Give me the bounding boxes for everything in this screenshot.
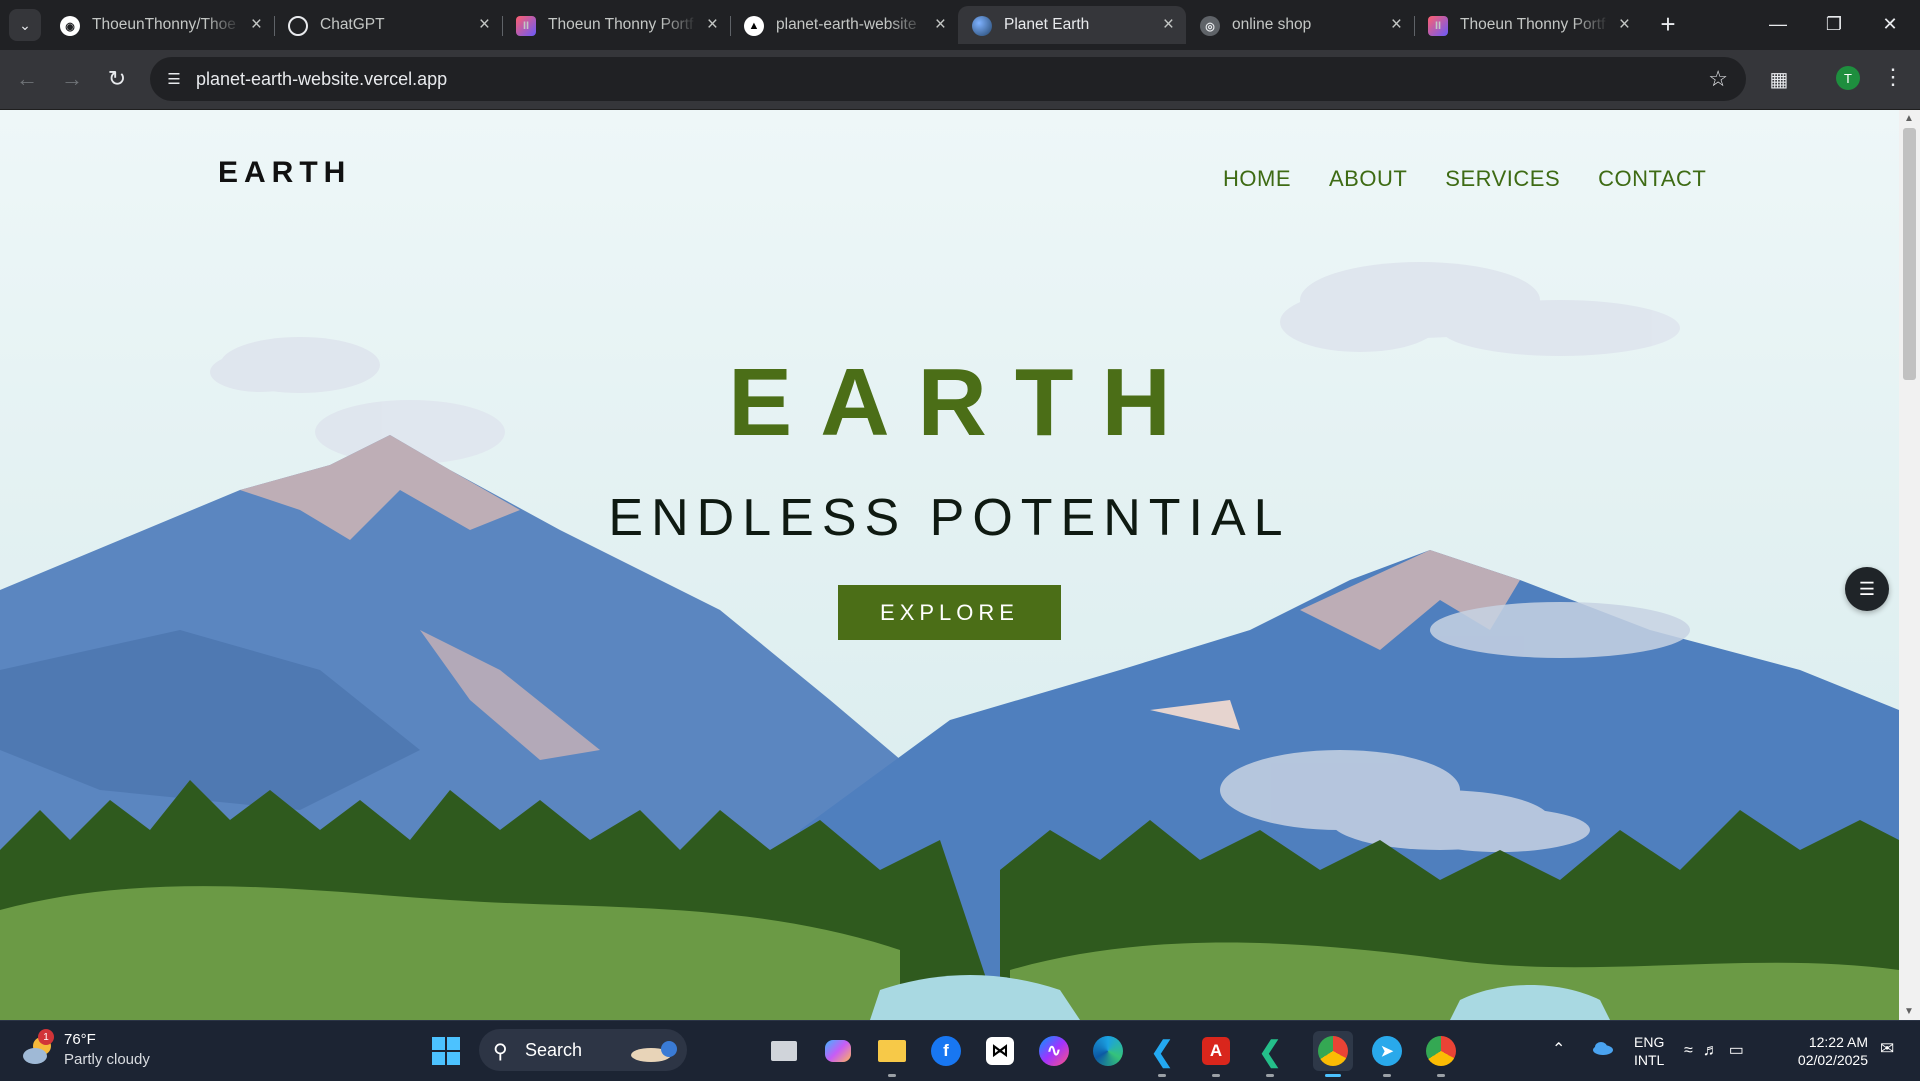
hero-title: EARTH bbox=[728, 349, 1199, 456]
restore-button[interactable]: ❐ bbox=[1806, 0, 1862, 48]
reload-button[interactable]: ↻ bbox=[100, 62, 134, 96]
tab-github[interactable]: ◉ ThoeunThonny/Thoe × bbox=[46, 6, 274, 44]
hero-subtitle: ENDLESS POTENTIAL bbox=[608, 489, 1291, 547]
tab-chatgpt[interactable]: ChatGPT × bbox=[274, 6, 502, 44]
vercel-icon: ▲ bbox=[744, 16, 764, 36]
explore-button[interactable]: EXPLORE bbox=[838, 585, 1061, 640]
chatgpt-icon bbox=[288, 16, 308, 36]
chrome-profile-icon[interactable] bbox=[1421, 1031, 1461, 1077]
close-window-button[interactable]: ✕ bbox=[1862, 0, 1918, 48]
clock-time: 12:22 AM bbox=[1808, 1034, 1868, 1050]
bookmark-star-icon[interactable]: ☆ bbox=[1708, 66, 1728, 92]
weather-badge: 1 bbox=[38, 1029, 54, 1045]
language-secondary: INTL bbox=[1634, 1052, 1665, 1068]
file-explorer-icon[interactable] bbox=[872, 1031, 912, 1077]
globe-icon: ◎ bbox=[1200, 16, 1220, 36]
messenger-icon[interactable]: ∿ bbox=[1034, 1031, 1074, 1071]
start-button[interactable] bbox=[432, 1037, 460, 1065]
url-text[interactable]: planet-earth-website.vercel.app bbox=[196, 69, 447, 90]
close-tab-icon[interactable]: × bbox=[251, 14, 262, 36]
language-indicator[interactable]: ENG INTL bbox=[1634, 1033, 1664, 1069]
tab-title: Thoeun Thonny Portf bbox=[548, 16, 694, 33]
search-highlight-icon bbox=[631, 1041, 677, 1062]
tab-title: ThoeunThonny/Thoe bbox=[92, 16, 236, 33]
tab-title: planet-earth-website bbox=[776, 16, 917, 33]
extensions-icon[interactable]: ▦ bbox=[1764, 64, 1794, 94]
tab-title: ChatGPT bbox=[320, 16, 385, 33]
search-icon: ⚲ bbox=[493, 1041, 508, 1063]
close-tab-icon[interactable]: × bbox=[1163, 14, 1174, 36]
tab-online-shop[interactable]: ◎ online shop × bbox=[1186, 6, 1414, 44]
search-label: Search bbox=[525, 1040, 583, 1060]
address-bar[interactable]: ☰ planet-earth-website.vercel.app ☆ bbox=[150, 57, 1746, 101]
onedrive-icon[interactable] bbox=[1592, 1041, 1614, 1055]
vscode-icon[interactable]: ❮ bbox=[1142, 1031, 1182, 1077]
taskbar-search[interactable]: ⚲ Search bbox=[479, 1029, 687, 1071]
close-tab-icon[interactable]: × bbox=[1391, 14, 1402, 36]
portfolio-icon: II bbox=[516, 16, 536, 36]
notification-bell-icon[interactable]: ✉ bbox=[1880, 1039, 1894, 1059]
scrollbar-thumb[interactable] bbox=[1903, 128, 1916, 380]
page-scrollbar[interactable]: ▲ ▼ bbox=[1899, 110, 1920, 1020]
tab-title: Thoeun Thonny Portf bbox=[1460, 16, 1606, 33]
github-icon: ◉ bbox=[60, 16, 80, 36]
show-hidden-icons-icon[interactable]: ⌃ bbox=[1552, 1039, 1565, 1059]
back-button[interactable]: ← bbox=[10, 62, 44, 96]
tab-planet-earth[interactable]: Planet Earth × bbox=[958, 6, 1186, 44]
site-logo[interactable]: EARTH bbox=[218, 156, 351, 190]
landscape-illustration bbox=[0, 262, 1899, 1020]
tab-title: online shop bbox=[1232, 16, 1312, 33]
tab-portfolio-2[interactable]: II Thoeun Thonny Portf × bbox=[1414, 6, 1642, 44]
tab-title: Planet Earth bbox=[1004, 16, 1090, 33]
clock-date: 02/02/2025 bbox=[1797, 1052, 1868, 1068]
network-volume-battery-icons[interactable]: ≈♬▭ bbox=[1684, 1040, 1754, 1060]
planet-icon bbox=[972, 16, 992, 36]
weather-widget[interactable]: 1 76°F Partly cloudy bbox=[22, 1029, 182, 1073]
site-info-icon[interactable]: ☰ bbox=[160, 65, 188, 93]
nav-about[interactable]: ABOUT bbox=[1329, 166, 1407, 192]
acrobat-icon[interactable]: A bbox=[1196, 1031, 1236, 1077]
scroll-up-icon[interactable]: ▲ bbox=[1904, 113, 1914, 124]
tab-search-button[interactable]: ⌄ bbox=[9, 9, 41, 41]
tab-strip: ⌄ ◉ ThoeunThonny/Thoe × ChatGPT × II Tho… bbox=[0, 0, 1920, 50]
minimize-button[interactable]: — bbox=[1750, 0, 1806, 48]
vscode-insiders-icon[interactable]: ❮ bbox=[1250, 1031, 1290, 1077]
menu-icon[interactable]: ⋮ bbox=[1882, 64, 1904, 90]
clock[interactable]: 12:22 AM 02/02/2025 bbox=[1788, 1033, 1868, 1069]
close-tab-icon[interactable]: × bbox=[707, 14, 718, 36]
page-viewport: EARTH HOME ABOUT SERVICES CONTACT EARTH … bbox=[0, 110, 1899, 1020]
task-view-icon[interactable] bbox=[764, 1031, 804, 1071]
close-tab-icon[interactable]: × bbox=[935, 14, 946, 36]
weather-temp: 76°F bbox=[64, 1031, 96, 1048]
portfolio-icon: II bbox=[1428, 16, 1448, 36]
language-primary: ENG bbox=[1634, 1034, 1665, 1050]
forward-button[interactable]: → bbox=[55, 62, 89, 96]
edge-icon[interactable] bbox=[1088, 1031, 1128, 1071]
chrome-icon[interactable] bbox=[1313, 1031, 1353, 1077]
telegram-icon[interactable]: ➤ bbox=[1367, 1031, 1407, 1077]
tab-portfolio[interactable]: II Thoeun Thonny Portf × bbox=[502, 6, 730, 44]
close-tab-icon[interactable]: × bbox=[1619, 14, 1630, 36]
capcut-icon[interactable]: ⋈ bbox=[980, 1031, 1020, 1071]
windows-taskbar: 1 76°F Partly cloudy ⚲ Search f ⋈ ∿ ❮ A … bbox=[0, 1020, 1920, 1081]
close-tab-icon[interactable]: × bbox=[479, 14, 490, 36]
nav-services[interactable]: SERVICES bbox=[1445, 166, 1560, 192]
main-nav: HOME ABOUT SERVICES CONTACT bbox=[1223, 166, 1706, 192]
scroll-down-icon[interactable]: ▼ bbox=[1904, 1006, 1914, 1017]
new-tab-button[interactable]: + bbox=[1652, 8, 1684, 40]
copilot-icon[interactable] bbox=[818, 1031, 858, 1071]
tab-vercel[interactable]: ▲ planet-earth-website × bbox=[730, 6, 958, 44]
facebook-icon[interactable]: f bbox=[926, 1031, 966, 1071]
browser-toolbar: ← → ↻ ☰ planet-earth-website.vercel.app … bbox=[0, 50, 1920, 110]
floating-menu-icon[interactable]: ☰ bbox=[1845, 567, 1889, 611]
nav-contact[interactable]: CONTACT bbox=[1598, 166, 1706, 192]
profile-avatar[interactable]: T bbox=[1836, 66, 1860, 90]
nav-home[interactable]: HOME bbox=[1223, 166, 1291, 192]
weather-condition: Partly cloudy bbox=[64, 1051, 150, 1068]
